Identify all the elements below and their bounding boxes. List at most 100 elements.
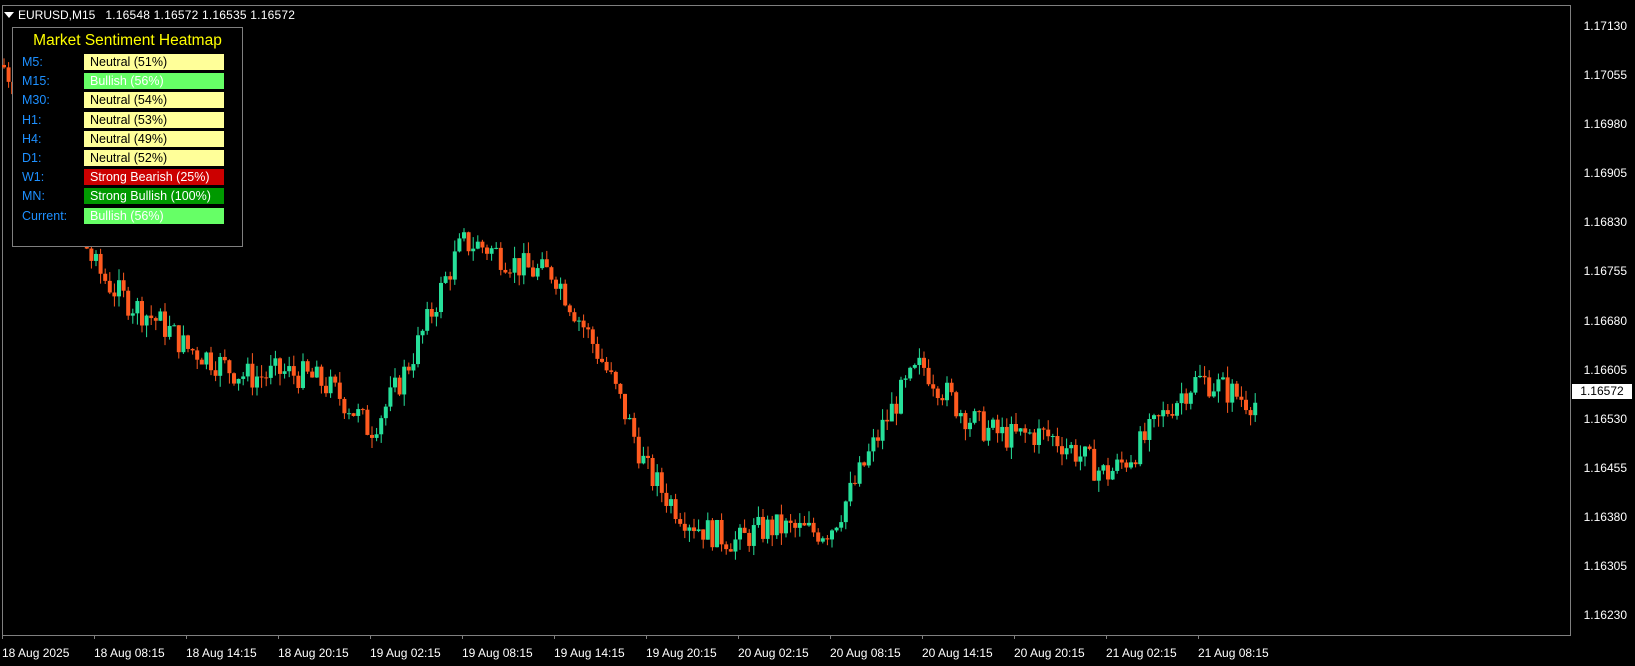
sentiment-row: H4: Neutral (49%) (22, 130, 224, 147)
time-tick-mark (1106, 635, 1107, 639)
sentiment-cell: Bullish (56%) (84, 73, 224, 90)
price-scale[interactable]: 1.17130 1.17055 1.16980 1.16905 1.16830 1.167… (1572, 0, 1635, 666)
candle-body (1069, 444, 1074, 449)
candle-body (406, 366, 411, 371)
candle-body (876, 437, 880, 441)
candle-body (383, 406, 388, 419)
candle-body (991, 419, 995, 428)
candle-body (434, 312, 439, 317)
candle-body (176, 325, 181, 353)
candle-body (655, 472, 660, 487)
candle-body (558, 283, 563, 289)
timeframe-label: D1: (22, 151, 42, 165)
candle-body (1115, 459, 1120, 471)
candle-body (140, 301, 144, 326)
candle-body (549, 267, 554, 280)
candle-body (250, 363, 255, 388)
candle-body (673, 499, 678, 520)
candle-body (1064, 448, 1069, 455)
candle-body (1142, 431, 1147, 440)
current-price-tag: 1.16572 (1572, 384, 1632, 400)
price-tick-label: 1.16380 (1583, 510, 1627, 525)
candle-body (259, 376, 264, 378)
candle-body (1175, 403, 1179, 416)
candle-body (508, 272, 512, 274)
price-tick-label: 1.16455 (1583, 460, 1627, 475)
candle-body (232, 373, 236, 384)
candle-body (641, 455, 646, 464)
candle-body (328, 376, 333, 394)
candle-body (664, 492, 669, 506)
candle-body (1221, 377, 1225, 380)
timeframe-label: M5: (22, 55, 43, 69)
time-tick-label: 18 Aug 14:15 (186, 646, 257, 660)
candle-body (1211, 391, 1216, 397)
candle-body (291, 366, 296, 376)
price-chart[interactable] (0, 0, 1635, 666)
candle-body (365, 409, 370, 435)
candle-body (6, 67, 11, 82)
candle-body (839, 522, 844, 528)
candle-body (931, 384, 936, 389)
symbol-bar[interactable]: EURUSD,M15 1.16548 1.16572 1.16535 1.165… (4, 8, 295, 22)
collapse-triangle-icon[interactable] (4, 12, 14, 18)
sentiment-cell: Strong Bearish (25%) (84, 169, 224, 186)
candle-body (1152, 415, 1156, 420)
candle-body (627, 417, 632, 420)
candle-body (917, 357, 922, 366)
candle-body (278, 358, 282, 374)
chart-window[interactable]: EURUSD,M15 1.16548 1.16572 1.16535 1.165… (0, 0, 1635, 666)
candle-body (793, 522, 798, 528)
candle-body (1207, 377, 1212, 397)
candle-body (1184, 393, 1189, 404)
candle-body (1138, 431, 1143, 465)
candle-body (1161, 410, 1166, 417)
sentiment-cell: Bullish (56%) (84, 207, 224, 224)
candle-body (600, 358, 604, 362)
time-tick-mark (554, 635, 555, 639)
candle-body (227, 360, 232, 374)
time-tick-label: 19 Aug 20:15 (646, 646, 717, 660)
sentiment-row: D1: Neutral (52%) (22, 150, 224, 166)
candle-body (475, 241, 480, 249)
candle-body (738, 527, 742, 540)
candle-body (1225, 377, 1230, 403)
candle-body (862, 462, 867, 466)
timeframe-label: W1: (22, 170, 45, 185)
candle-body (158, 311, 163, 321)
candle-body (443, 276, 448, 283)
candle-body (1073, 444, 1078, 462)
candle-body (360, 409, 365, 411)
candle-body (333, 376, 338, 383)
time-tick-mark (370, 635, 371, 639)
ohlc-values: 1.16548 1.16572 1.16535 1.16572 (105, 8, 296, 22)
timeframe-label: Current: (22, 208, 68, 223)
candle-body (894, 403, 899, 414)
candle-body (1193, 377, 1198, 393)
candle-body (1101, 465, 1106, 471)
candle-body (572, 312, 577, 322)
candle-body (889, 403, 894, 422)
candle-body (314, 366, 319, 378)
time-tick-mark (646, 635, 647, 639)
candle-body (337, 382, 342, 399)
candle-body (613, 371, 618, 384)
candle-body (871, 437, 876, 452)
candle-body (682, 523, 687, 531)
candle-body (324, 385, 328, 394)
candle-body (213, 370, 218, 376)
candle-body (149, 315, 154, 319)
candle-body (1124, 462, 1129, 468)
sentiment-heatmap-panel[interactable]: Market Sentiment Heatmap M5: Neutral (51%… (12, 27, 243, 247)
candle-body (581, 320, 586, 328)
candle-body (788, 520, 793, 523)
candle-body (439, 282, 443, 313)
candle-body (429, 309, 434, 317)
candle-body (554, 279, 558, 289)
candle-body (393, 377, 397, 388)
price-tick-label: 1.16905 (1583, 166, 1627, 181)
time-tick-label: 18 Aug 20:15 (278, 646, 349, 660)
candle-body (843, 501, 848, 523)
candle-body (1096, 470, 1101, 481)
panel-title: Market Sentiment Heatmap (33, 32, 222, 49)
